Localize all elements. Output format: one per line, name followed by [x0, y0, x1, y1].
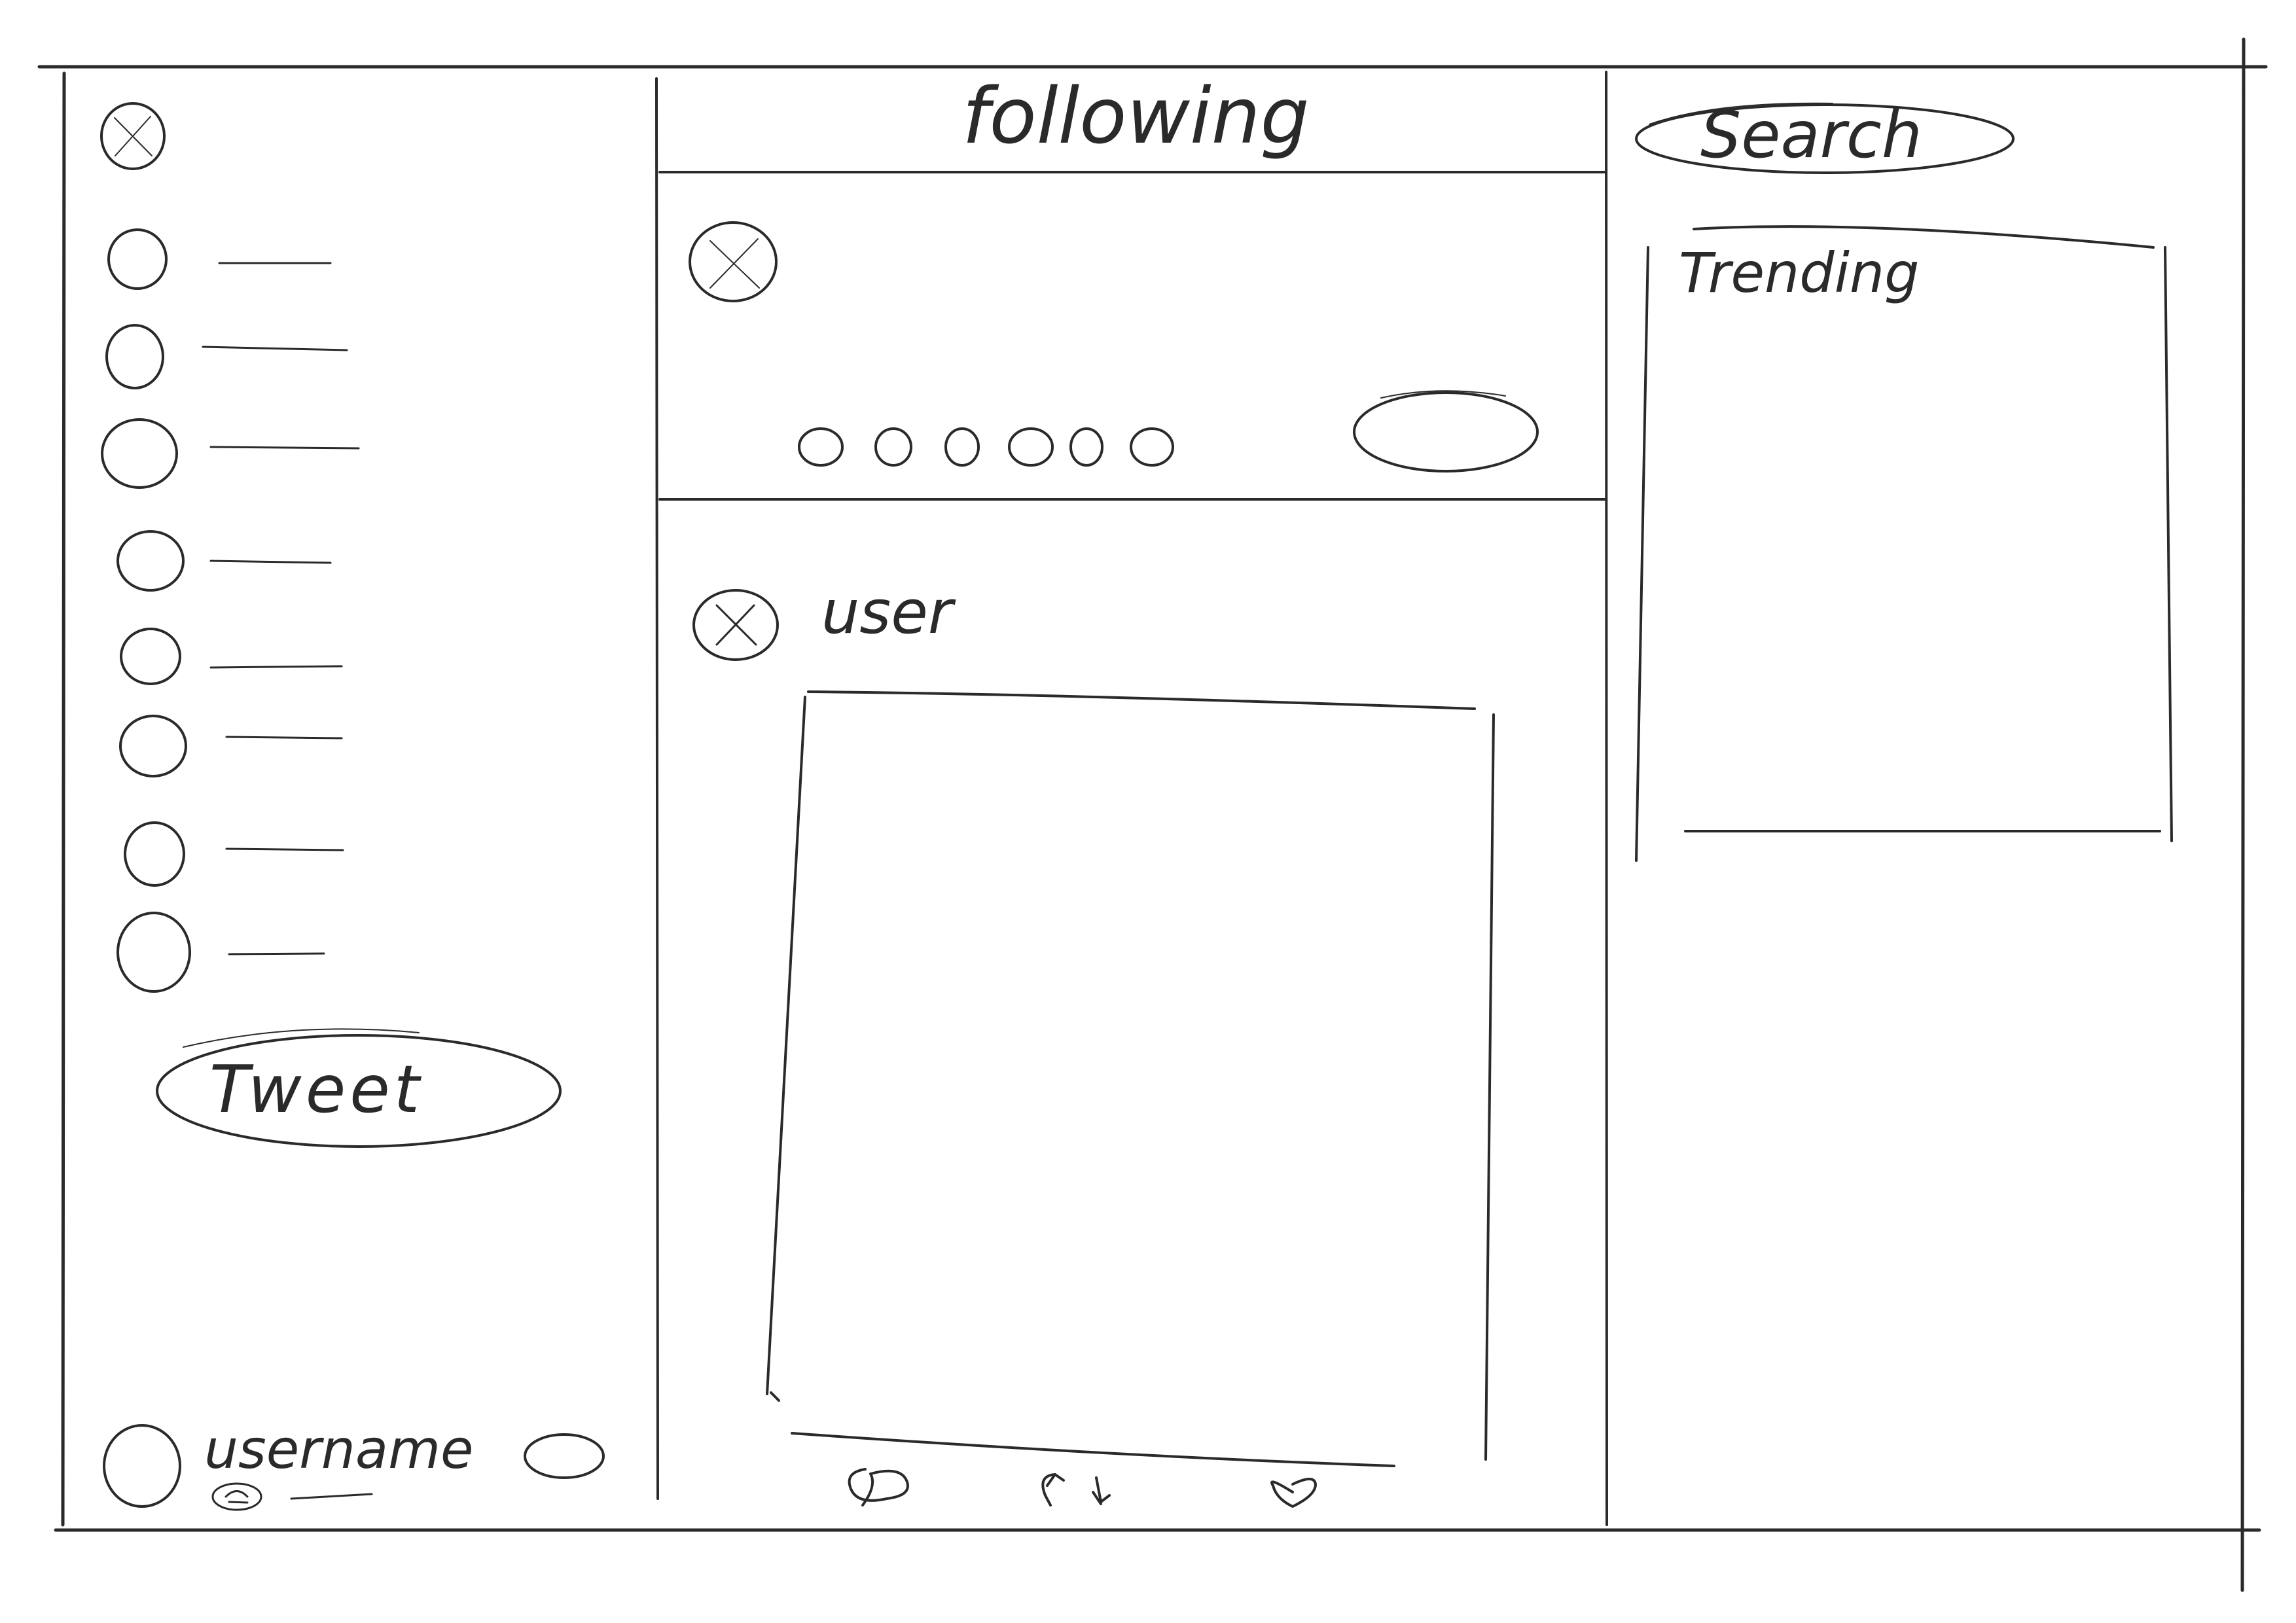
composer-tweet-button[interactable] — [1353, 390, 1539, 473]
composer-tool-icon[interactable] — [944, 427, 980, 467]
trending-panel — [1635, 225, 2173, 862]
account-more-icon[interactable] — [524, 1433, 605, 1479]
sidebar-nav — [101, 228, 360, 993]
trending-title: Trending — [1679, 241, 1920, 305]
composer-avatar[interactable] — [689, 221, 778, 302]
sidebar-nav-item[interactable] — [105, 324, 348, 389]
sidebar-nav-item[interactable] — [119, 715, 343, 777]
tweet-button-label[interactable]: Tweet — [209, 1057, 423, 1122]
composer-tool-icon[interactable] — [1008, 427, 1054, 467]
feed-title[interactable]: following — [962, 77, 1309, 154]
logo-icon[interactable] — [100, 102, 166, 170]
composer-tool-icon[interactable] — [798, 427, 844, 467]
post-author[interactable]: user — [821, 582, 953, 643]
sidebar-nav-item[interactable] — [101, 418, 360, 489]
sidebar-nav-item[interactable] — [124, 821, 344, 887]
account-username: username — [204, 1419, 474, 1481]
like-icon[interactable] — [1270, 1478, 1317, 1508]
composer-tool-icons — [798, 427, 1174, 467]
wireframe-sketch — [37, 37, 2268, 1592]
search-input[interactable]: Search — [1700, 103, 1922, 168]
sidebar-nav-item[interactable] — [117, 912, 325, 993]
composer-tool-icon[interactable] — [874, 427, 912, 467]
composer-tool-icon[interactable] — [1069, 427, 1103, 467]
account-handle-line — [290, 1493, 373, 1500]
page-frame — [37, 37, 2268, 1592]
retweet-icon[interactable] — [1041, 1473, 1111, 1507]
composer-tool-icon[interactable] — [1130, 427, 1174, 467]
account-handle-icon — [211, 1482, 262, 1511]
sidebar-nav-item[interactable] — [107, 228, 332, 290]
post-media[interactable] — [766, 690, 1495, 1467]
reply-icon[interactable] — [848, 1468, 909, 1507]
account-avatar[interactable] — [103, 1424, 181, 1508]
sidebar-nav-item[interactable] — [117, 530, 332, 592]
post-avatar[interactable] — [692, 589, 779, 661]
sidebar-nav-item[interactable] — [120, 628, 343, 685]
